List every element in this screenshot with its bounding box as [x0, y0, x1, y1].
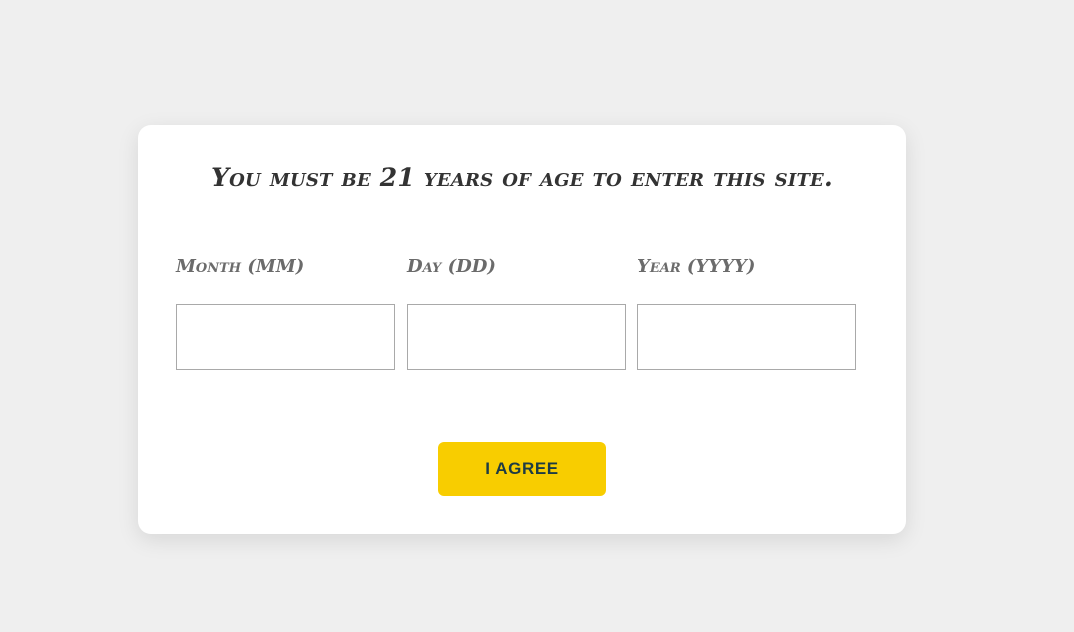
day-field-group: Day (DD): [407, 255, 626, 370]
month-field-group: Month (MM): [176, 255, 395, 370]
year-input[interactable]: [637, 304, 856, 370]
agree-button[interactable]: I AGREE: [438, 442, 606, 496]
day-input[interactable]: [407, 304, 626, 370]
year-field-group: Year (YYYY): [637, 255, 856, 370]
month-label: Month (MM): [176, 256, 305, 277]
year-label: Year (YYYY): [637, 256, 756, 277]
age-gate-title: You must be 21 years of age to enter thi…: [211, 163, 833, 192]
age-verification-modal: You must be 21 years of age to enter thi…: [138, 125, 906, 534]
month-input[interactable]: [176, 304, 395, 370]
day-label: Day (DD): [407, 256, 496, 277]
